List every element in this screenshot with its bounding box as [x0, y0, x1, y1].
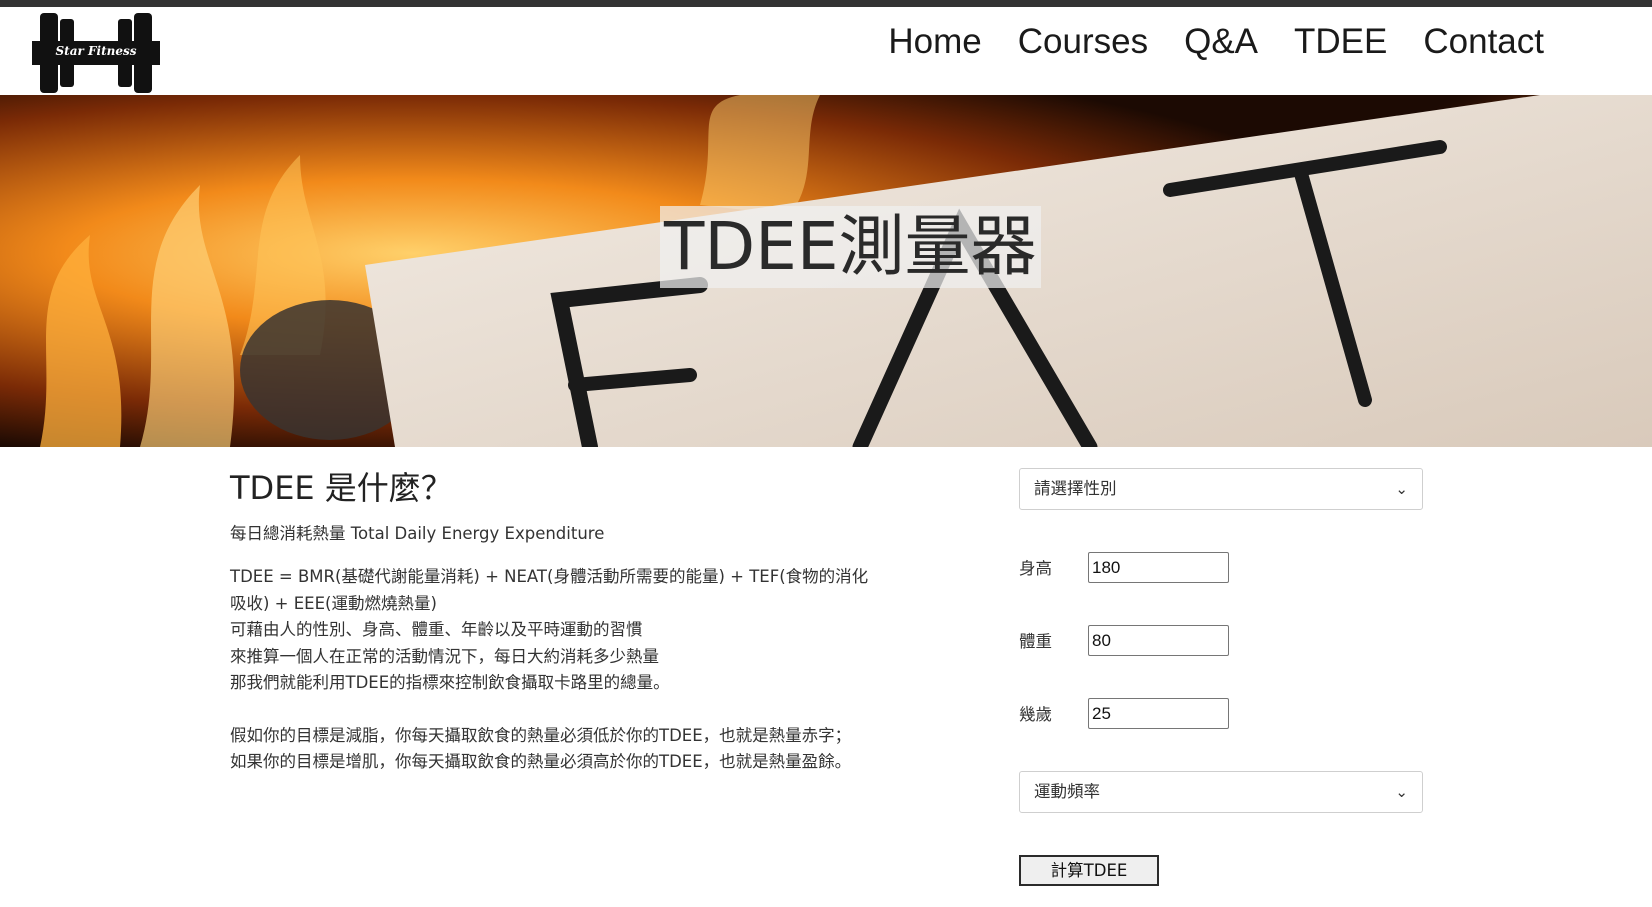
intro-line: TDEE = BMR(基礎代謝能量消耗) + NEAT(身體活動所需要的能量) … [230, 567, 869, 586]
height-label: 身高 [1019, 559, 1052, 578]
goal-line: 假如你的目標是減脂，你每天攝取飲食的熱量必須低於你的TDEE，也就是熱量赤字； [230, 725, 852, 745]
nav-home[interactable]: Home [888, 21, 981, 63]
intro-body: TDEE = BMR(基礎代謝能量消耗) + NEAT(身體活動所需要的能量) … [230, 564, 910, 776]
activity-select-value: 運動頻率 [1034, 782, 1100, 801]
site-header: Star Fitness Home Courses Q&A TDEE Conta… [0, 7, 1652, 95]
gender-select[interactable]: 請選擇性別 ⌄ [1019, 468, 1423, 510]
chevron-down-icon: ⌄ [1395, 783, 1408, 801]
height-input[interactable]: 180 [1088, 552, 1229, 583]
weight-label: 體重 [1019, 632, 1052, 651]
age-input[interactable]: 25 [1088, 698, 1229, 729]
intro-subtitle: 每日總消耗熱量 Total Daily Energy Expenditure [230, 524, 605, 543]
top-bar [0, 0, 1652, 7]
gender-select-value: 請選擇性別 [1034, 479, 1117, 498]
tdee-intro: TDEE 是什麼？ 每日總消耗熱量 Total Daily Energy Exp… [230, 466, 910, 776]
intro-line: 來推算一個人在正常的活動情況下，每日大約消耗多少熱量 [230, 646, 659, 666]
calculate-tdee-button[interactable]: 計算TDEE [1019, 855, 1159, 886]
intro-heading: TDEE 是什麼？ [230, 469, 453, 507]
age-label: 幾歲 [1019, 705, 1052, 724]
logo[interactable]: Star Fitness [32, 13, 160, 93]
nav-contact[interactable]: Contact [1423, 21, 1544, 63]
main-nav: Home Courses Q&A TDEE Contact [888, 21, 1544, 63]
nav-tdee[interactable]: TDEE [1294, 21, 1387, 63]
goal-line: 如果你的目標是增肌，你每天攝取飲食的熱量必須高於你的TDEE，也就是熱量盈餘。 [230, 752, 852, 771]
intro-line: 那我們就能利用TDEE的指標來控制飲食攝取卡路里的總量。 [230, 673, 670, 692]
intro-line: 吸收) + EEE(運動燃燒熱量) [230, 593, 437, 613]
nav-courses[interactable]: Courses [1018, 21, 1148, 63]
hero-title: TDEE測量器 [660, 206, 1041, 288]
chevron-down-icon: ⌄ [1395, 480, 1408, 498]
logo-text: Star Fitness [55, 44, 137, 58]
nav-qa[interactable]: Q&A [1184, 21, 1258, 63]
activity-select[interactable]: 運動頻率 ⌄ [1019, 771, 1423, 813]
intro-line: 可藉由人的性別、身高、體重、年齡以及平時運動的習慣 [230, 620, 643, 639]
weight-input[interactable]: 80 [1088, 625, 1229, 656]
hero-banner: TDEE測量器 [0, 95, 1652, 447]
